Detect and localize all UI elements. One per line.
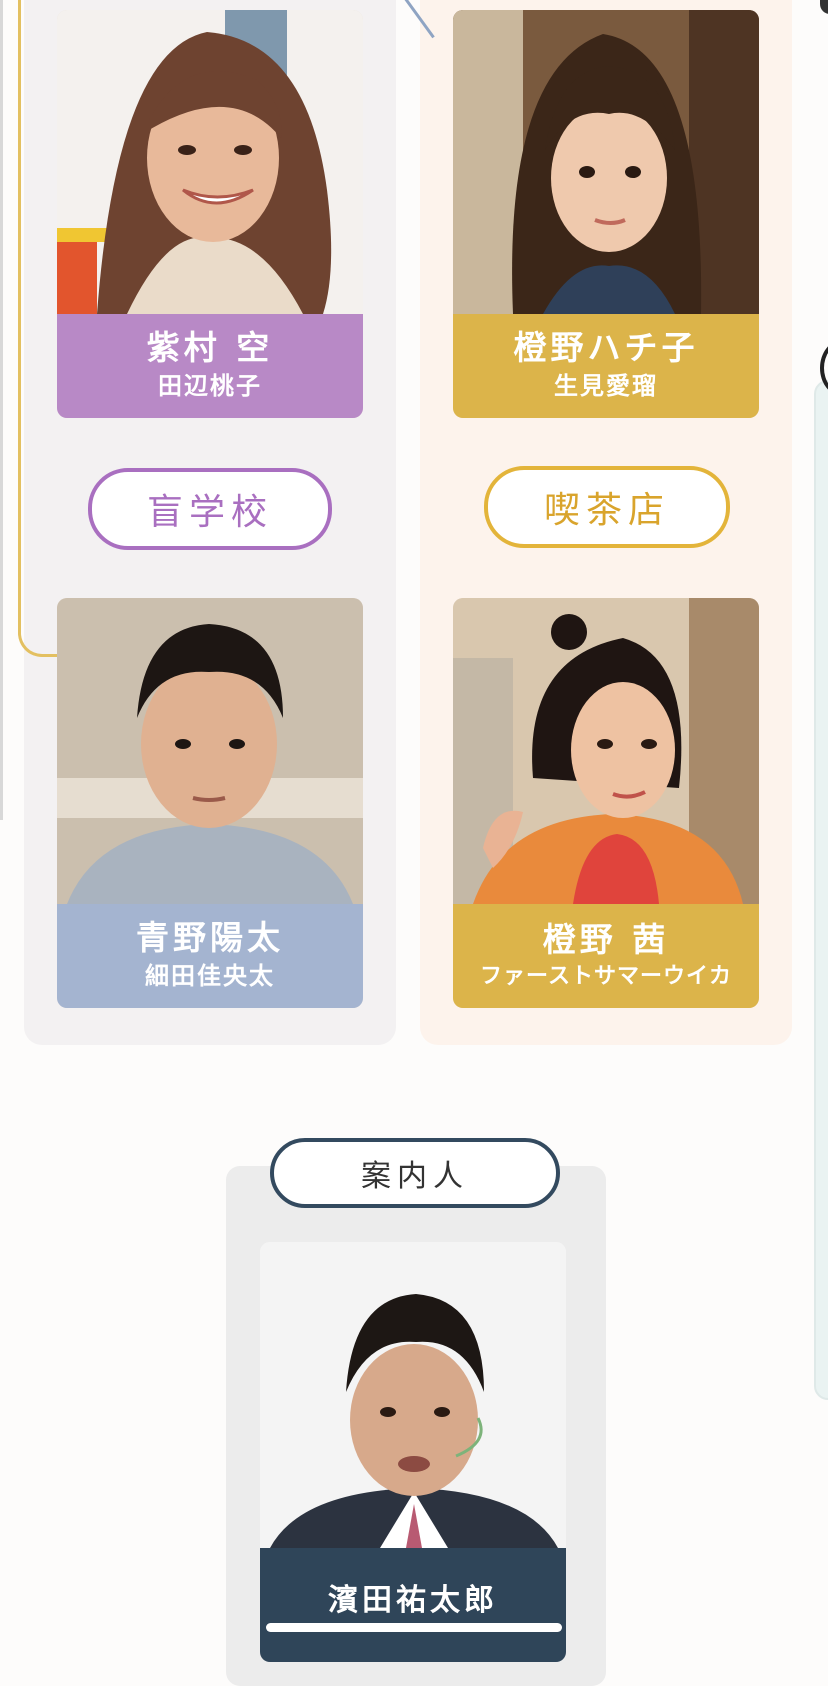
offscreen-dark-element [820, 0, 828, 14]
home-indicator[interactable] [266, 1623, 562, 1632]
group-label-school: 盲学校 [88, 468, 332, 550]
character-actor-name: 細田佳央太 [145, 962, 275, 991]
character-photo [453, 10, 759, 314]
character-actor-name: 生見愛瑠 [554, 372, 658, 401]
character-card-hamada-yutaro[interactable]: 濱田祐太郎 [260, 1242, 566, 1662]
character-card-touno-hachiko[interactable]: 橙野ハチ子 生見愛瑠 [453, 10, 759, 418]
character-role-name: 濱田祐太郎 [328, 1583, 498, 1618]
character-label: 青野陽太 細田佳央太 [57, 904, 363, 1008]
character-role-name: 橙野 茜 [542, 919, 670, 959]
character-role-name: 青野陽太 [136, 918, 284, 958]
group-panel-offscreen [814, 380, 828, 1400]
character-actor-name: ファーストサマーウイカ [480, 963, 732, 989]
character-label: 紫村 空 田辺桃子 [57, 314, 363, 418]
group-label-cafe: 喫茶店 [484, 466, 730, 548]
character-photo [57, 598, 363, 904]
character-photo [260, 1242, 566, 1548]
group-label-guide: 案内人 [270, 1138, 560, 1208]
character-photo [453, 598, 759, 904]
character-card-murasakimura-sora[interactable]: 紫村 空 田辺桃子 [57, 10, 363, 418]
character-card-touno-akane[interactable]: 橙野 茜 ファーストサマーウイカ [453, 598, 759, 1008]
character-label: 橙野ハチ子 生見愛瑠 [453, 314, 759, 418]
character-label: 橙野 茜 ファーストサマーウイカ [453, 904, 759, 1008]
connector-line-grey [0, 0, 3, 820]
character-card-aono-youta[interactable]: 青野陽太 細田佳央太 [57, 598, 363, 1008]
character-role-name: 橙野ハチ子 [513, 328, 699, 368]
character-photo [57, 10, 363, 314]
character-role-name: 紫村 空 [146, 328, 274, 368]
character-actor-name: 田辺桃子 [158, 372, 262, 401]
